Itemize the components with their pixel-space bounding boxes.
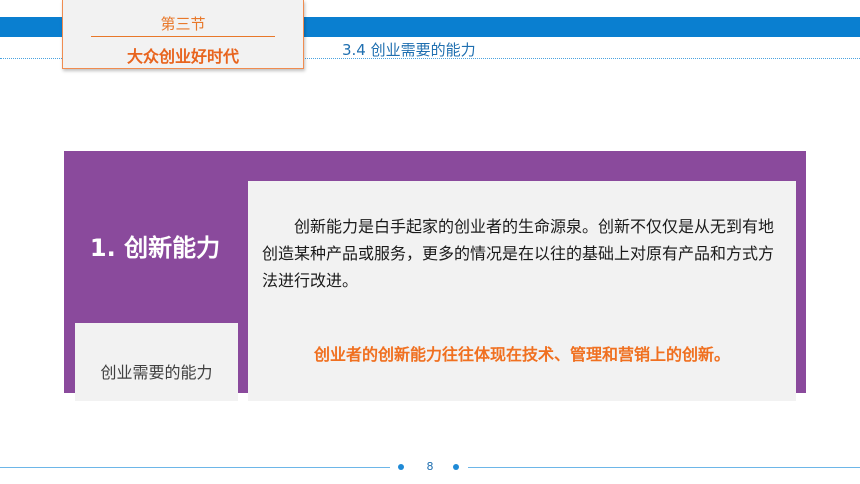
footer-line-left xyxy=(0,467,390,468)
content-box: 创新能力是白手起家的创业者的生命源泉。创新不仅仅是从无到有地创造某种产品或服务，… xyxy=(248,181,796,401)
footer-dot-left xyxy=(398,464,404,470)
footer-line-right xyxy=(468,467,860,468)
tag-box: 创业需要的能力 xyxy=(75,323,238,401)
content-highlight: 创业者的创新能力往往体现在技术、管理和营销上的创新。 xyxy=(313,345,730,364)
tag-label: 创业需要的能力 xyxy=(100,363,213,382)
content-paragraph: 创新能力是白手起家的创业者的生命源泉。创新不仅仅是从无到有地创造某种产品或服务，… xyxy=(262,217,775,290)
section-title: 大众创业好时代 xyxy=(126,47,239,66)
slide-subtitle: 3.4 创业需要的能力 xyxy=(342,41,476,59)
page-number: 8 xyxy=(426,460,434,473)
footer-dot-right xyxy=(453,464,459,470)
section-number: 第三节 xyxy=(160,15,206,33)
point-title: 1. 创新能力 xyxy=(89,234,221,262)
section-card: 第三节 大众创业好时代 xyxy=(62,0,304,69)
section-divider xyxy=(91,36,275,37)
